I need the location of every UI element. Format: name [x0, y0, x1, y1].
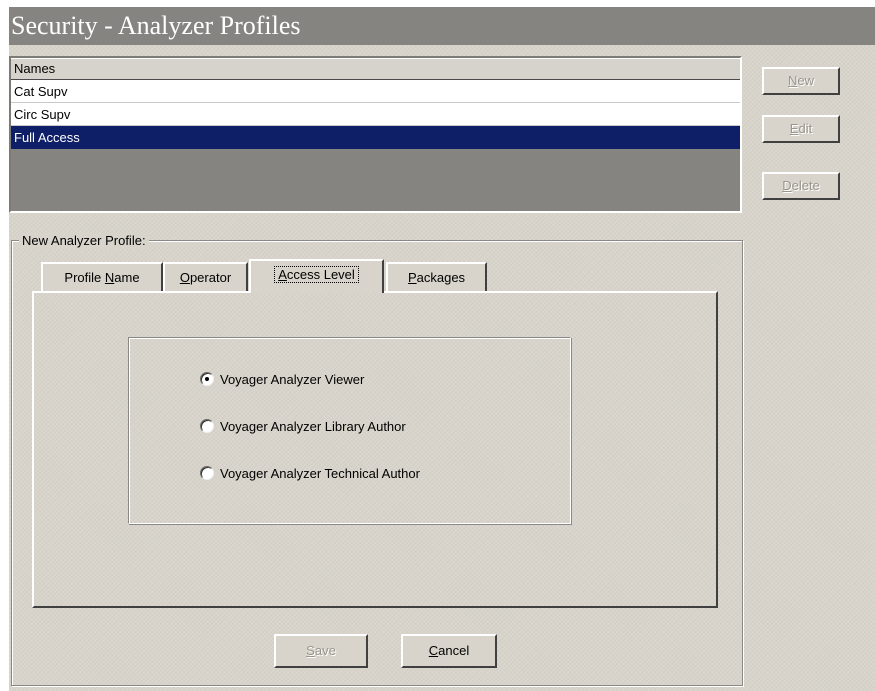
delete-mnemonic: D [782, 178, 792, 193]
delete-button[interactable]: Delete [762, 172, 840, 200]
tab-operator-post: perator [189, 270, 232, 285]
cancel-button[interactable]: Cancel [401, 634, 497, 668]
new-label-rest: ew [797, 73, 814, 88]
tab-profile-name[interactable]: Profile Name [41, 262, 163, 292]
radio-library-author-label: Voyager Analyzer Library Author [220, 419, 406, 434]
tab-packages[interactable]: Packages [386, 262, 487, 292]
tab-access-level-post: ccess Level [286, 267, 355, 282]
radio-viewer[interactable]: Voyager Analyzer Viewer [200, 371, 364, 389]
names-listbox[interactable]: Names Cat Supv Circ Supv Full Access [9, 56, 742, 213]
tab-profile-name-post: ame [114, 270, 140, 285]
new-button[interactable]: New [762, 67, 840, 95]
list-item-full-access[interactable]: Full Access [11, 126, 740, 149]
radio-unchecked-icon[interactable] [200, 466, 214, 480]
save-label-rest: ave [314, 643, 336, 658]
tab-packages-mnemonic: P [407, 270, 417, 285]
save-mnemonic: S [306, 643, 315, 658]
radio-library-author[interactable]: Voyager Analyzer Library Author [200, 418, 406, 436]
radio-technical-author[interactable]: Voyager Analyzer Technical Author [200, 465, 420, 483]
edit-button[interactable]: Edit [762, 115, 840, 143]
radio-technical-author-label: Voyager Analyzer Technical Author [220, 466, 420, 481]
tab-access-level[interactable]: Access Level [249, 259, 384, 293]
radio-viewer-label: Voyager Analyzer Viewer [220, 372, 365, 387]
tab-access-level-label: Access Level [274, 266, 359, 283]
radio-checked-icon[interactable] [200, 372, 214, 386]
cancel-label-rest: ancel [438, 643, 470, 658]
list-item-circ-supv[interactable]: Circ Supv [11, 103, 740, 126]
tab-profile-name-mnemonic: N [104, 270, 115, 285]
new-mnemonic: N [787, 73, 798, 88]
tab-operator[interactable]: Operator [163, 262, 248, 292]
group-legend: New Analyzer Profile: [19, 233, 149, 249]
names-column-header[interactable]: Names [11, 58, 740, 80]
cancel-mnemonic: C [428, 643, 439, 658]
window-title: Security - Analyzer Profiles [9, 7, 875, 45]
list-item-cat-supv[interactable]: Cat Supv [11, 80, 740, 103]
radio-unchecked-icon[interactable] [200, 419, 214, 433]
delete-label-rest: elete [791, 178, 820, 193]
tab-profile-name-pre: Profile [64, 270, 105, 285]
tab-access-level-mnemonic: A [278, 267, 287, 282]
tab-packages-post: ackages [416, 270, 466, 285]
edit-label-rest: dit [798, 121, 813, 136]
tab-operator-mnemonic: O [179, 270, 190, 285]
save-button[interactable]: Save [274, 634, 368, 668]
